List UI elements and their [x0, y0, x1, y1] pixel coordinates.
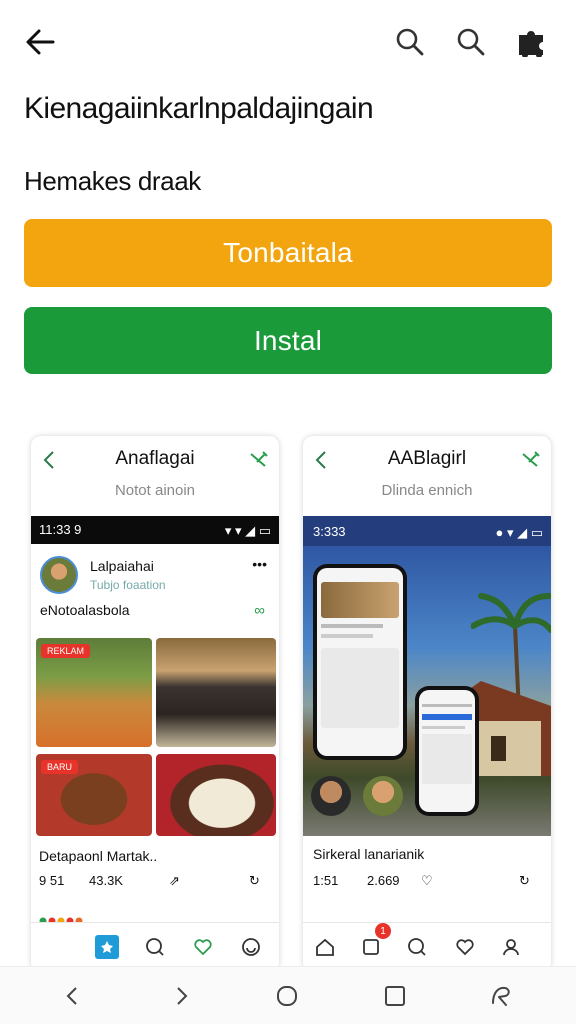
preview-screenshot-1[interactable]: Anaflagai Notot ainoin 11:33 9 ▾ ▾ ◢ ▭ L…	[31, 436, 279, 972]
preview-header: Anaflagai Notot ainoin	[31, 436, 279, 516]
preview-title: Anaflagai	[115, 448, 195, 469]
preview-subtitle: Dlinda ennich	[381, 482, 473, 499]
avatar	[311, 776, 351, 816]
stat-views: 2.669	[367, 873, 400, 888]
post-title: Detapaonl Martak..	[39, 848, 158, 864]
profile-tab-icon	[239, 935, 263, 959]
chevron-left-icon[interactable]	[58, 981, 88, 1011]
back-arrow-icon[interactable]	[20, 22, 60, 62]
phone-mockup	[313, 564, 407, 760]
preview-header: AABlagirl Dlinda ennich	[303, 436, 551, 516]
preview-screenshot-2[interactable]: AABlagirl Dlinda ennich 3:333 ● ▾ ◢ ▭ Si…	[303, 436, 551, 972]
link-icon: ∞	[254, 602, 265, 619]
food-photo	[156, 638, 276, 747]
status-time: 3:333	[313, 524, 346, 539]
stat-repost: ↻	[249, 873, 260, 888]
home-circle-icon[interactable]	[272, 981, 302, 1011]
stat-repost: ↻	[519, 873, 530, 888]
status-bar: 3:333 ● ▾ ◢ ▭	[303, 516, 551, 546]
app-subtitle: Hemakes draak	[24, 166, 201, 196]
stat-share: ⇗	[169, 873, 180, 888]
stat-favorite: ♡	[421, 873, 433, 888]
puzzle-icon[interactable]	[512, 22, 552, 62]
home-tab-icon	[95, 935, 119, 959]
more-icon: •••	[252, 556, 267, 572]
home-tab-icon	[313, 935, 337, 959]
share-icon	[250, 451, 268, 467]
chevron-right-icon[interactable]	[166, 981, 196, 1011]
food-photo: REKLAM	[36, 638, 152, 747]
search-icon[interactable]	[451, 22, 491, 62]
heart-tab-icon	[453, 935, 477, 959]
stat-views: 43.3K	[89, 873, 123, 888]
post-stats: 1:51 2.669 ♡ ↻	[313, 873, 549, 895]
assistant-icon[interactable]	[486, 981, 516, 1011]
status-time: 11:33 9	[39, 522, 82, 537]
search-tab-icon	[143, 935, 167, 959]
bookmark-tab-icon: 1	[359, 923, 391, 959]
post-username: Lalpaiahai	[90, 558, 154, 574]
food-photo	[156, 754, 276, 836]
app-top-bar	[0, 0, 576, 84]
search-tab-icon	[405, 935, 429, 959]
install-button[interactable]: Instal	[24, 307, 552, 374]
preview-tab-bar: 1	[303, 922, 551, 972]
post-title: Sirkeral lanarianik	[313, 846, 425, 862]
stat-likes: 9 51	[39, 873, 65, 888]
share-icon	[522, 451, 540, 467]
status-icons: ▾ ▾ ◢ ▭	[224, 523, 271, 538]
post-meta: Tubjo foaation	[90, 578, 166, 592]
reaction-dots	[39, 912, 109, 925]
preview-tab-bar	[31, 922, 279, 972]
phone-mockup	[415, 686, 479, 816]
ad-badge: REKLAM	[41, 644, 91, 658]
status-icons: ● ▾ ◢ ▭	[495, 525, 544, 540]
promo-scene-image	[303, 546, 551, 836]
new-badge: BARU	[41, 760, 79, 774]
app-title: Kienagaiinkarlnpaldajingain	[24, 92, 374, 125]
secondary-action-button[interactable]: Tonbaitala	[24, 219, 552, 287]
status-bar: 11:33 9 ▾ ▾ ◢ ▭	[31, 516, 279, 544]
preview-subtitle: Notot ainoin	[114, 482, 196, 499]
heart-tab-icon	[191, 935, 215, 959]
avatar	[363, 776, 403, 816]
avatar	[40, 556, 78, 594]
search-icon[interactable]	[390, 22, 430, 62]
post-header: Lalpaiahai Tubjo foaation ••• eNotoalasb…	[31, 546, 279, 636]
profile-tab-icon	[499, 935, 523, 959]
post-caption: eNotoalasbola	[40, 602, 130, 618]
stat-likes: 1:51	[313, 873, 339, 888]
recents-square-icon[interactable]	[380, 981, 410, 1011]
preview-title: AABlagirl	[387, 448, 467, 469]
notification-badge: 1	[375, 923, 391, 939]
food-photo: BARU	[36, 754, 152, 836]
system-nav-bar	[0, 966, 576, 1024]
post-stats: 9 51 43.3K ⇗ ↻	[37, 873, 273, 895]
